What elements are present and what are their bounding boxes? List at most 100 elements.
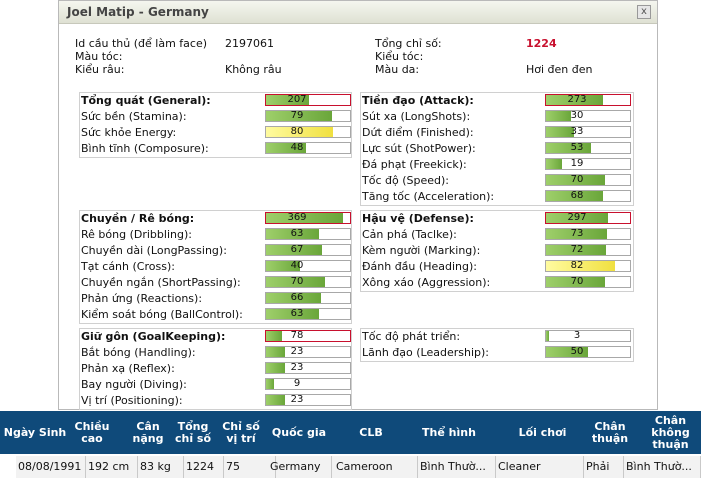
group-total-value: 78 (290, 330, 304, 341)
stat-value: 63 (290, 228, 304, 239)
stat-value: 50 (570, 346, 584, 357)
stat-row: Bắt bóng (Handling): 23 (80, 345, 351, 361)
stat-row: Lực sút (ShotPower): 53 (361, 141, 633, 157)
table-row[interactable]: 08/08/1991 192 cm 83 kg 1224 75 Germany Camero… (16, 456, 701, 478)
column-header[interactable]: Chiều cao (72, 411, 112, 454)
stat-group-title: Giữ gôn (GoalKeeping): (81, 330, 226, 343)
column-header[interactable]: Ngày Sinh (0, 411, 70, 454)
player-id-value: 2197061 (225, 37, 274, 50)
stat-value: 79 (290, 110, 304, 121)
stat-group-header: Tiền đạo (Attack): 273 (361, 93, 633, 109)
stat-bar: 82 (545, 260, 631, 272)
player-popup: Joel Matip - Germany x Id cầu thủ (để là… (58, 0, 658, 410)
stat-value: 67 (290, 244, 304, 255)
stat-row: Cản phá (Taclke): 73 (361, 227, 633, 243)
stat-row: Tốc độ phát triển: 3 (361, 329, 633, 345)
stat-bar: 33 (545, 126, 631, 138)
stat-group-header: Hậu vệ (Defense): 297 (361, 211, 633, 227)
column-header[interactable]: Cân nặng (128, 411, 168, 454)
stat-name: Chuyền ngắn (ShortPassing): (81, 276, 241, 289)
stat-bar: 3 (545, 330, 631, 342)
stat-bar: 70 (545, 174, 631, 186)
stat-name: Xông xáo (Aggression): (362, 276, 491, 289)
stat-name: Sút xa (LongShots): (362, 110, 471, 123)
stat-row: Sút xa (LongShots): 30 (361, 109, 633, 125)
table-cell: 83 kg (138, 456, 184, 478)
column-header[interactable]: Thể hình (410, 411, 488, 454)
stat-bar: 23 (265, 394, 351, 406)
stat-row: Tạt cánh (Cross): 40 (80, 259, 351, 275)
stat-name: Rê bóng (Dribbling): (81, 228, 192, 241)
stat-row: Bay người (Diving): 9 (80, 377, 351, 393)
table-cell: Bình Thườ... (624, 456, 701, 478)
stat-row: Tốc độ (Speed): 70 (361, 173, 633, 189)
stat-group-title: Chuyền / Rê bóng: (81, 212, 195, 225)
stat-name: Dứt điểm (Finished): (362, 126, 474, 139)
stat-value: 80 (290, 126, 304, 137)
column-header[interactable]: Chân thuận (580, 411, 640, 454)
stat-row: Sức khỏe Energy: 80 (80, 125, 351, 141)
stat-value: 82 (570, 260, 584, 271)
stat-group-title: Tiền đạo (Attack): (362, 94, 474, 107)
stat-name: Lãnh đạo (Leadership): (362, 346, 490, 359)
column-header[interactable]: CLB (335, 411, 407, 454)
stat-bar: 68 (545, 190, 631, 202)
stat-value: 53 (570, 142, 584, 153)
stat-group-goalkeeping: Giữ gôn (GoalKeeping): 78 Bắt bóng (Handli… (79, 328, 352, 410)
player-info: Id cầu thủ (để làm face) 2197061 Màu tóc… (59, 1, 659, 91)
column-header[interactable]: Chân không thuận (640, 411, 701, 454)
table-cell: Phải (584, 456, 624, 478)
stat-bar: 30 (545, 110, 631, 122)
table-cell: Bình Thườ... (418, 456, 496, 478)
stat-name: Bình tĩnh (Composure): (81, 142, 209, 155)
stat-name: Tạt cánh (Cross): (81, 260, 175, 273)
beard-value: Không râu (225, 63, 282, 76)
stat-value: 19 (570, 158, 584, 169)
stat-row: Kèm người (Marking): 72 (361, 243, 633, 259)
stat-bar: 63 (265, 228, 351, 240)
stat-name: Tốc độ phát triển: (362, 330, 461, 343)
stat-bar: 73 (545, 228, 631, 240)
stat-bar: 67 (265, 244, 351, 256)
stat-name: Phản ứng (Reactions): (81, 292, 203, 305)
stat-row: Kiểm soát bóng (BallControl): 63 (80, 307, 351, 323)
stat-row: Chuyền dài (LongPassing): 67 (80, 243, 351, 259)
stat-value: 48 (290, 142, 304, 153)
skin-label: Màu da: (375, 63, 420, 76)
stat-row: Vị trí (Positioning): 23 (80, 393, 351, 409)
column-header[interactable]: Tổng chỉ số (172, 411, 214, 454)
stat-value: 70 (290, 276, 304, 287)
group-total-value: 297 (567, 212, 587, 223)
stat-name: Kèm người (Marking): (362, 244, 481, 257)
hair-style-label: Kiểu tóc: (375, 50, 424, 63)
stat-name: Bay người (Diving): (81, 378, 187, 391)
stat-bar: 63 (265, 308, 351, 320)
player-id-label: Id cầu thủ (để làm face) (75, 37, 207, 50)
group-total-bar: 297 (545, 212, 631, 224)
hair-color-label: Màu tóc: (75, 50, 123, 63)
stat-row: Chuyền ngắn (ShortPassing): 70 (80, 275, 351, 291)
stat-value: 30 (570, 110, 584, 121)
column-header[interactable]: Quốc gia (266, 411, 332, 454)
stat-value: 33 (570, 126, 584, 137)
stat-name: Sức khỏe Energy: (81, 126, 177, 139)
stat-row: Tăng tốc (Acceleration): 68 (361, 189, 633, 205)
stat-value: 68 (570, 190, 584, 201)
column-header[interactable]: Chỉ số vị trí (218, 411, 264, 454)
stat-row: Phản xạ (Reflex): 23 (80, 361, 351, 377)
stat-bar: 70 (265, 276, 351, 288)
stat-bar: 53 (545, 142, 631, 154)
stat-name: Phản xạ (Reflex): (81, 362, 175, 375)
stat-group-header: Giữ gôn (GoalKeeping): 78 (80, 329, 351, 345)
stat-value: 3 (573, 330, 581, 341)
stat-row: Đánh đầu (Heading): 82 (361, 259, 633, 275)
stat-value: 66 (290, 292, 304, 303)
stat-value: 63 (290, 308, 304, 319)
stat-bar: 80 (265, 126, 351, 138)
stat-group-attack: Tiền đạo (Attack): 273 Sút xa (LongShots):… (360, 92, 634, 206)
column-header[interactable]: Lối chơi (505, 411, 580, 454)
stat-name: Lực sút (ShotPower): (362, 142, 476, 155)
stat-row: Bình tĩnh (Composure): 48 (80, 141, 351, 157)
group-total-value: 369 (287, 212, 307, 223)
stat-row: Sức bền (Stamina): 79 (80, 109, 351, 125)
